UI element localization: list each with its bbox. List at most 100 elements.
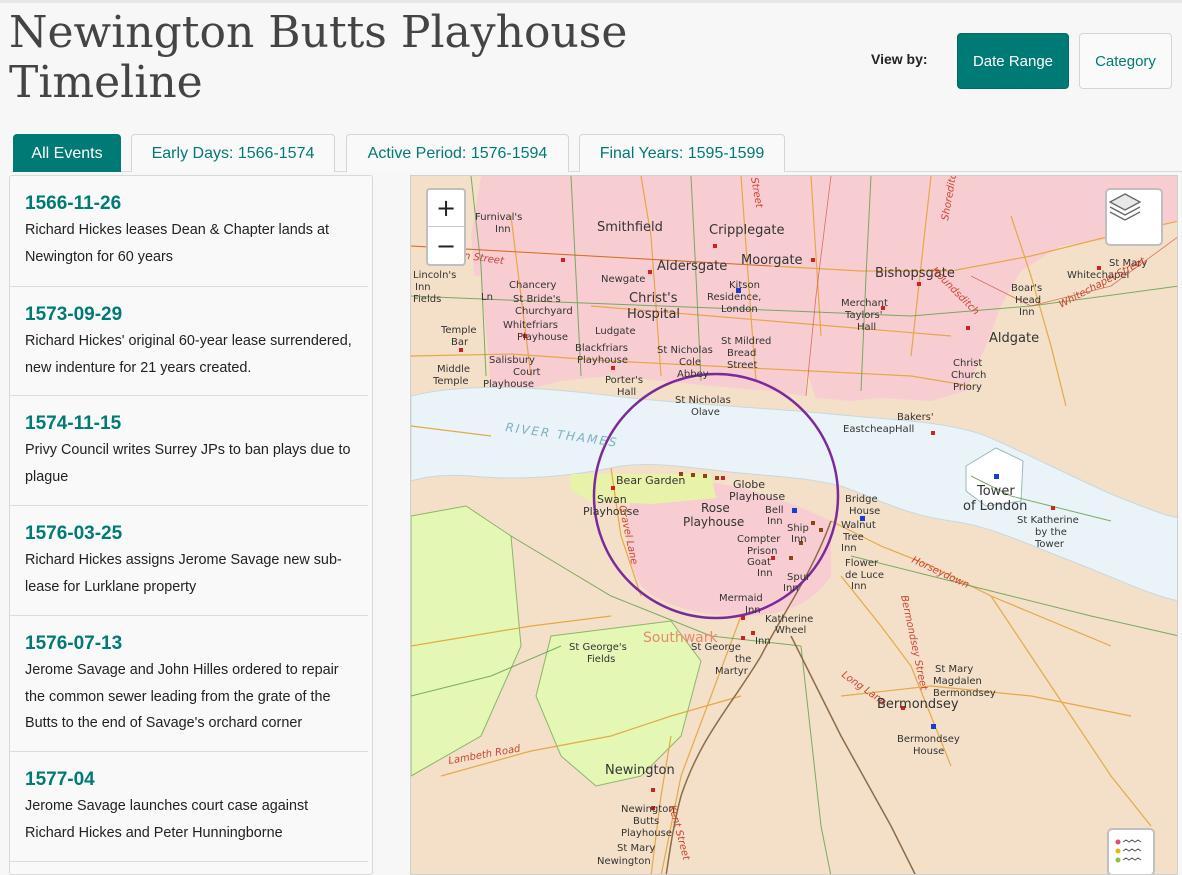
label-tower: Tower: [976, 484, 1015, 499]
tab-active-period[interactable]: Active Period: 1576-1594: [346, 134, 569, 172]
map-canvas[interactable]: Smithfield Cripplegate Aldersgate Moorga…: [411, 176, 1178, 875]
event-list[interactable]: 1566-11-26 Richard Hickes leases Dean & …: [9, 175, 373, 875]
label-newington: Newington: [605, 763, 675, 778]
label-chancery-ln: Ln: [481, 292, 493, 303]
event-date: 1573-09-29: [25, 304, 123, 325]
label-boars: Boar's: [1011, 283, 1042, 294]
layers-button[interactable]: [1105, 188, 1163, 246]
zoom-in-button[interactable]: +: [428, 190, 464, 227]
label-street: Street: [727, 360, 757, 371]
label-moorgate: Moorgate: [741, 253, 803, 268]
label-spur: Spur: [787, 572, 811, 583]
label-eastcheap: EastcheapHall: [843, 424, 914, 435]
event-description: Privy Council writes Surrey JPs to ban p…: [25, 442, 351, 485]
label-smithfield: Smithfield: [597, 220, 663, 235]
label-aldgate: Aldgate: [989, 331, 1039, 346]
label-katherine: Katherine: [765, 614, 813, 625]
label-playhouse-sb: Playhouse: [483, 379, 534, 390]
event-item[interactable]: 1574-11-15 Privy Council writes Surrey J…: [10, 396, 368, 506]
label-rose-ph: Playhouse: [683, 515, 744, 529]
label-fields: Fields: [587, 654, 615, 665]
label-court: Court: [513, 367, 541, 378]
label-tower2: Tower: [1034, 539, 1065, 550]
label-swan-ph: Playhouse: [583, 505, 639, 518]
label-wheel-inn: Inn: [755, 636, 771, 647]
label-tree: Tree: [842, 532, 864, 543]
label-house: House: [913, 746, 944, 757]
event-item[interactable]: 1576-03-25 Richard Hickes assigns Jerome…: [10, 506, 368, 616]
label-bridge: Bridge: [845, 494, 878, 505]
label-stnicholas-olave: St Nicholas: [675, 395, 731, 406]
label-porters: Porter's: [605, 375, 643, 386]
label-prison: Prison: [747, 546, 777, 557]
label-mermaid: Mermaid: [719, 593, 763, 604]
label-abbey: Abbey: [677, 369, 709, 380]
label-walnut: Walnut: [841, 520, 876, 531]
tab-final-years[interactable]: Final Years: 1595-1599: [579, 134, 785, 172]
label-tree-inn: Inn: [841, 543, 857, 554]
date-range-tabs: All Events Early Days: 1566-1574 Active …: [12, 134, 1182, 172]
label-spur-inn: Inn: [783, 583, 799, 594]
label-butts: Butts: [633, 816, 659, 827]
label-christ-church: Christ: [953, 358, 982, 369]
label-taylors: Taylors': [844, 310, 882, 321]
label-compter: Compter: [737, 534, 781, 545]
legend-button[interactable]: [1107, 828, 1155, 874]
label-bear: Bear Garden: [616, 474, 685, 487]
label-stgeorges: St George's: [569, 642, 627, 653]
tab-all-events[interactable]: All Events: [13, 134, 121, 172]
label-stgeorge: St George: [691, 642, 741, 653]
label-head: Head: [1015, 295, 1041, 306]
event-item[interactable]: 1566-11-26 Richard Hickes leases Dean & …: [10, 176, 368, 287]
label-priory: Priory: [953, 382, 982, 393]
label-playhouse-bf: Playhouse: [577, 355, 628, 366]
zoom-control: + −: [426, 188, 466, 266]
view-by-label: View by:: [871, 51, 928, 67]
label-blackfriars: Blackfriars: [575, 343, 628, 354]
label-bermondsey-h: Bermondsey: [897, 734, 960, 745]
event-item[interactable]: 1576-07-13 Jerome Savage and John Hilles…: [10, 616, 368, 752]
label-temple: Temple: [440, 325, 477, 336]
label-ship-inn: Inn: [791, 534, 807, 545]
label-cripplegate: Cripplegate: [709, 223, 784, 238]
label-stkath: St Katherine: [1017, 515, 1079, 526]
label-deluce: de Luce: [845, 570, 884, 581]
label-stmary-n: St Mary: [617, 843, 655, 854]
label-aldersgate: Aldersgate: [657, 259, 727, 274]
label-porters-hall: Hall: [617, 387, 636, 398]
label-bell-inn: Inn: [767, 516, 783, 527]
label-merchant: Merchant: [841, 298, 888, 309]
label-bermondsey: Bermondsey: [877, 697, 959, 712]
label-church: Church: [951, 370, 986, 381]
label-kitson-res: Residence,: [707, 292, 761, 303]
event-description: Richard Hickes assigns Jerome Savage new…: [25, 552, 342, 595]
category-button[interactable]: Category: [1079, 33, 1172, 89]
label-globe-ph: Playhouse: [729, 490, 785, 503]
label-goat: Goat: [747, 557, 771, 568]
event-item[interactable]: 1577-04 Jerome Savage launches court cas…: [10, 752, 368, 862]
label-flower: Flower: [845, 558, 879, 569]
historic-map[interactable]: Smithfield Cripplegate Aldersgate Moorga…: [410, 175, 1178, 875]
label-rose: Rose: [701, 501, 730, 515]
label-stmildred: St Mildred: [721, 336, 771, 347]
label-magdalen: Magdalen: [933, 676, 982, 687]
label-bythe: by the: [1035, 527, 1067, 538]
label-olave: Olave: [691, 407, 720, 418]
label-ludgate: Ludgate: [595, 326, 636, 337]
label-bread: Bread: [727, 348, 756, 359]
event-description: Richard Hickes' original 60-year lease s…: [25, 333, 352, 376]
label-bakers: Bakers': [897, 412, 934, 423]
label-oflondon: of London: [963, 499, 1027, 514]
label-middle: Middle: [437, 364, 470, 375]
event-item[interactable]: 1573-09-29 Richard Hickes' original 60-y…: [10, 287, 368, 396]
date-range-button[interactable]: Date Range: [957, 33, 1069, 89]
label-stnicholas: St Nicholas: [657, 345, 713, 356]
label-newgate: Newgate: [601, 274, 645, 285]
layers-icon: [1108, 193, 1142, 221]
event-date: 1577-04: [25, 769, 95, 790]
label-bridge-house: House: [849, 506, 880, 517]
zoom-out-button[interactable]: −: [428, 227, 464, 264]
label-cole: Cole: [679, 357, 701, 368]
label-whitefriars: Whitefriars: [503, 320, 558, 331]
tab-early-days[interactable]: Early Days: 1566-1574: [131, 134, 335, 172]
